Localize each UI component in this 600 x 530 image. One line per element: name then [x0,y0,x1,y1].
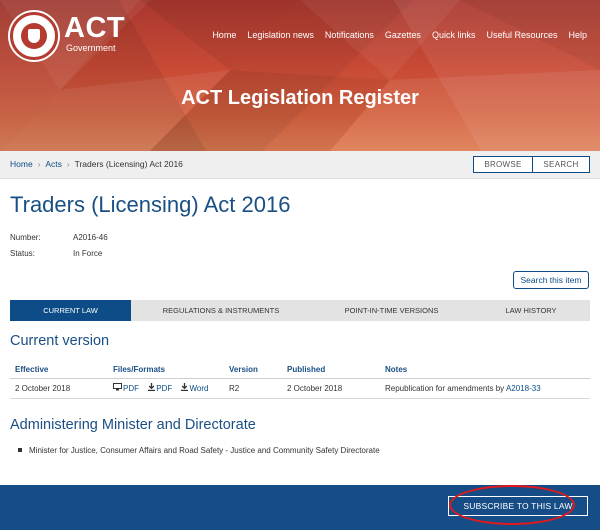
nav-help[interactable]: Help [568,29,587,41]
law-tabs: CURRENT LAW REGULATIONS & INSTRUMENTS PO… [10,300,590,321]
brand-name: ACT [64,12,126,44]
law-number-row: Number: A2016-46 [10,233,108,243]
nav-legislation-news[interactable]: Legislation news [247,29,314,41]
breadcrumb-bar: Home › Acts › Traders (Licensing) Act 20… [0,151,600,179]
table-header-row: Effective Files/Formats Version Publishe… [10,362,590,379]
column-effective: Effective [10,362,108,379]
law-status-row: Status: In Force [10,249,102,259]
download-word-link[interactable]: Word [181,383,209,393]
view-pdf-label: PDF [123,384,139,393]
administering-minister-list: Minister for Justice, Consumer Affairs a… [18,446,380,455]
notes-cell: Republication for amendments by A2018-33 [380,378,590,399]
coat-of-arms-icon [21,23,47,49]
search-button[interactable]: SEARCH [533,156,590,173]
browse-button[interactable]: BROWSE [473,156,533,173]
amendment-link[interactable]: A2018-33 [506,384,541,393]
list-item: Minister for Justice, Consumer Affairs a… [18,446,380,455]
tab-regulations-instruments[interactable]: REGULATIONS & INSTRUMENTS [131,300,311,321]
breadcrumb-separator-icon: › [37,159,41,169]
nav-quick-links[interactable]: Quick links [432,29,476,41]
number-label: Number: [10,233,41,242]
status-value: In Force [73,249,103,258]
header-banner: ACT Government Home Legislation news Not… [0,0,600,151]
page-title: Traders (Licensing) Act 2016 [10,192,291,217]
tab-current-law[interactable]: CURRENT LAW [10,300,131,321]
view-pdf-link[interactable]: PDF [113,383,139,393]
top-navigation: Home Legislation news Notifications Gaze… [212,29,587,41]
administering-minister-heading: Administering Minister and Directorate [10,417,256,433]
site-title: ACT Legislation Register [181,87,419,109]
download-pdf-link[interactable]: PDF [148,383,173,393]
column-version: Version [224,362,282,379]
search-this-item-button[interactable]: Search this item [513,271,589,289]
column-files-formats: Files/Formats [108,362,224,379]
effective-date: 2 October 2018 [10,378,108,399]
column-notes: Notes [380,362,590,379]
browse-search-toggle: BROWSE SEARCH [473,156,590,173]
current-version-table: Effective Files/Formats Version Publishe… [10,362,590,399]
version-value: R2 [224,378,282,399]
published-date: 2 October 2018 [282,378,380,399]
breadcrumb-home[interactable]: Home [10,159,33,169]
tab-law-history[interactable]: LAW HISTORY [472,300,590,321]
breadcrumb-current: Traders (Licensing) Act 2016 [74,159,183,169]
nav-notifications[interactable]: Notifications [325,29,374,41]
brand-subtitle: Government [66,43,116,53]
notes-text: Republication for amendments by [385,383,506,393]
breadcrumb-separator-icon: › [66,159,70,169]
monitor-icon [113,383,122,393]
tab-point-in-time-versions[interactable]: POINT-IN-TIME VERSIONS [311,300,472,321]
number-value: A2016-46 [73,233,108,242]
status-label: Status: [10,249,35,258]
download-icon [181,383,189,393]
nav-gazettes[interactable]: Gazettes [385,29,421,41]
download-pdf-label: PDF [156,384,173,393]
breadcrumb-acts[interactable]: Acts [45,159,62,169]
current-version-heading: Current version [10,333,110,349]
highlight-ellipse [449,485,575,525]
breadcrumb: Home › Acts › Traders (Licensing) Act 20… [10,159,183,169]
column-published: Published [282,362,380,379]
download-icon [148,383,156,393]
nav-home[interactable]: Home [212,29,236,41]
act-government-logo[interactable] [10,12,58,60]
download-word-label: Word [189,384,209,393]
nav-useful-resources[interactable]: Useful Resources [486,29,557,41]
table-row: 2 October 2018 PDF PDF Word R2 2 October… [10,378,590,399]
file-formats: PDF PDF Word [108,378,224,399]
